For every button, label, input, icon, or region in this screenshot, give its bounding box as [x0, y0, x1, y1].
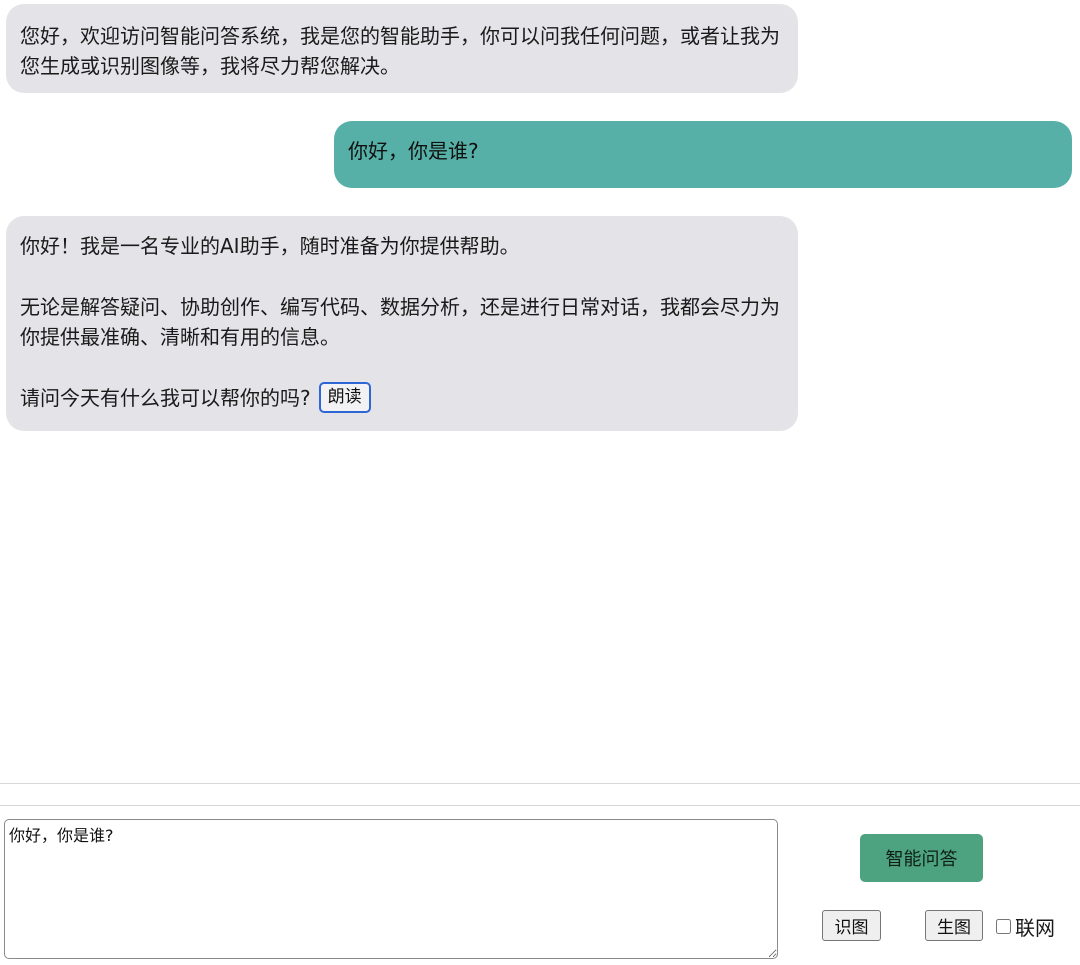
- smart-qa-button[interactable]: 智能问答: [860, 834, 983, 882]
- web-search-checkbox[interactable]: [996, 919, 1011, 934]
- user-message: 你好，你是谁?: [334, 121, 1072, 188]
- question-input[interactable]: [4, 819, 778, 959]
- message-paragraph: 无论是解答疑问、协助创作、编写代码、数据分析，还是进行日常对话，我都会尽力为你提…: [20, 295, 780, 349]
- web-search-label: 联网: [1015, 916, 1055, 940]
- assistant-message-welcome: 您好，欢迎访问智能问答系统，我是您的智能助手，你可以问我任何问题，或者让我为您生…: [6, 4, 798, 93]
- read-aloud-button[interactable]: 朗读: [318, 382, 371, 413]
- divider: [0, 805, 1080, 806]
- divider: [0, 783, 1080, 784]
- message-text: 你好，你是谁?: [348, 139, 479, 163]
- generate-image-button[interactable]: 生图: [925, 910, 983, 941]
- chat-area: 您好，欢迎访问智能问答系统，我是您的智能助手，你可以问我任何问题，或者让我为您生…: [0, 0, 1080, 780]
- message-text: 您好，欢迎访问智能问答系统，我是您的智能助手，你可以问我任何问题，或者让我为您生…: [20, 24, 780, 78]
- message-paragraph-text: 请问今天有什么我可以帮你的吗?: [20, 386, 311, 410]
- message-paragraph: 你好！我是一名专业的AI助手，随时准备为你提供帮助。: [20, 234, 520, 258]
- web-search-toggle[interactable]: 联网: [996, 912, 1055, 941]
- assistant-message-reply: 你好！我是一名专业的AI助手，随时准备为你提供帮助。 无论是解答疑问、协助创作、…: [6, 216, 798, 431]
- recognize-image-button[interactable]: 识图: [822, 910, 881, 941]
- message-paragraph-last: 请问今天有什么我可以帮你的吗? 朗读: [20, 382, 784, 415]
